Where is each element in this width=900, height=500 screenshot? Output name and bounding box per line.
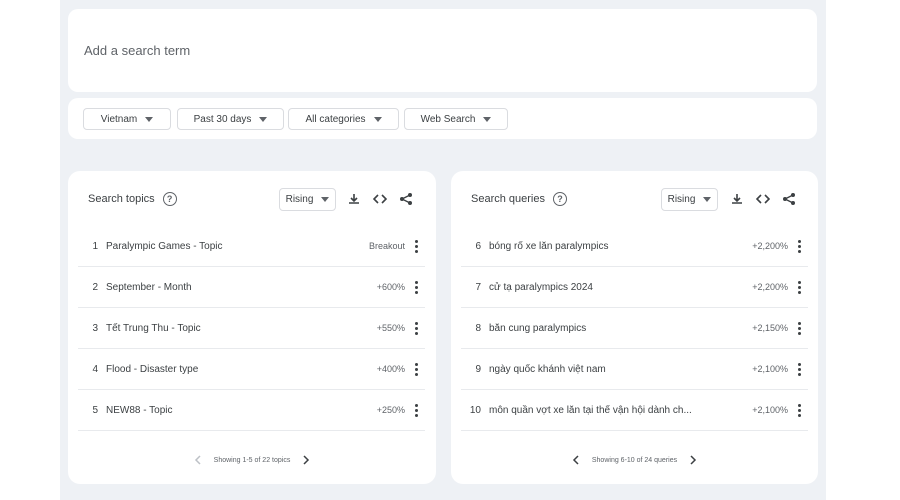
queries-list: 6 bóng rổ xe lăn paralympics +2,200% 7 c… [461,226,808,431]
list-item[interactable]: 1 Paralympic Games - Topic Breakout [78,226,425,267]
list-item[interactable]: 3 Tết Trung Thu - Topic +550% [78,308,425,349]
topics-sort-select[interactable]: Rising [279,188,336,211]
rank-number: 7 [475,281,481,293]
query-label[interactable]: bóng rổ xe lăn paralympics [489,241,709,252]
chevron-right-icon[interactable] [300,454,312,466]
sort-select-label: Rising [667,194,696,205]
rise-value: +550% [376,323,405,333]
caret-down-icon [145,116,154,122]
queries-sort-select[interactable]: Rising [661,188,718,211]
list-item[interactable]: 2 September - Month +600% [78,267,425,308]
pagination: Showing 1-5 of 22 topics [68,454,436,466]
chevron-left-icon[interactable] [570,454,582,466]
rank-number: 4 [92,363,98,375]
code-embed-icon[interactable] [372,191,388,207]
topic-label[interactable]: Paralympic Games - Topic [106,241,326,252]
rise-value: +2,200% [752,282,788,292]
code-embed-icon[interactable] [755,191,771,207]
pagination-text: Showing 6-10 of 24 queries [591,456,678,464]
caret-down-icon [321,197,330,202]
region-filter-label: Vietnam [100,113,138,125]
rank-number: 2 [92,281,98,293]
widget-title-text: Search queries [471,193,545,205]
list-item[interactable]: 4 Flood - Disaster type +400% [78,349,425,390]
time-range-filter-label: Past 30 days [193,113,252,125]
search-input[interactable] [84,43,684,58]
rank-number: 6 [475,240,481,252]
rise-value: +600% [376,282,405,292]
pagination: Showing 6-10 of 24 queries [451,454,818,466]
widget-title: Search queries ? [471,192,567,206]
category-filter-label: All categories [305,113,366,125]
search-topics-widget: Search topics ? Rising 1 Paralympic Game… [68,171,436,484]
pagination-text: Showing 1-5 of 22 topics [213,456,291,464]
more-vert-icon[interactable] [794,361,804,377]
topics-list: 1 Paralympic Games - Topic Breakout 2 Se… [78,226,425,431]
more-vert-icon[interactable] [411,361,421,377]
share-icon[interactable] [781,191,797,207]
chevron-left-icon[interactable] [192,454,204,466]
topic-label[interactable]: NEW88 - Topic [106,405,326,416]
more-vert-icon[interactable] [794,320,804,336]
more-vert-icon[interactable] [411,238,421,254]
rise-value: +400% [376,364,405,374]
widget-title: Search topics ? [88,192,177,206]
caret-down-icon [373,116,382,122]
rise-value: +2,100% [752,405,788,415]
more-vert-icon[interactable] [411,402,421,418]
search-card [68,9,817,92]
rank-number: 10 [469,404,481,416]
list-item[interactable]: 5 NEW88 - Topic +250% [78,390,425,431]
more-vert-icon[interactable] [411,279,421,295]
topic-label[interactable]: Flood - Disaster type [106,364,326,375]
rise-value: Breakout [368,241,405,251]
query-label[interactable]: môn quần vợt xe lăn tại thế vận hội dành… [489,405,709,416]
region-filter[interactable]: Vietnam [83,108,171,130]
list-item[interactable]: 9 ngày quốc khánh việt nam +2,100% [461,349,808,390]
topic-label[interactable]: September - Month [106,282,326,293]
more-vert-icon[interactable] [411,320,421,336]
rise-value: +2,200% [752,241,788,251]
query-label[interactable]: ngày quốc khánh việt nam [489,364,709,375]
time-range-filter[interactable]: Past 30 days [177,108,284,130]
rank-number: 3 [92,322,98,334]
sort-select-label: Rising [285,194,314,205]
topic-label[interactable]: Tết Trung Thu - Topic [106,323,326,334]
share-icon[interactable] [398,191,414,207]
list-item[interactable]: 10 môn quần vợt xe lăn tại thế vận hội d… [461,390,808,431]
widget-title-text: Search topics [88,193,155,205]
caret-down-icon [703,197,712,202]
download-icon[interactable] [729,191,745,207]
help-circle-icon[interactable]: ? [162,192,177,206]
list-item[interactable]: 6 bóng rổ xe lăn paralympics +2,200% [461,226,808,267]
rank-number: 5 [92,404,98,416]
rise-value: +2,100% [752,364,788,374]
query-label[interactable]: bắn cung paralympics [489,323,709,334]
rank-number: 1 [92,240,98,252]
filter-bar: Vietnam Past 30 days All categories Web … [68,98,817,139]
rise-value: +250% [376,405,405,415]
chevron-right-icon[interactable] [687,454,699,466]
category-filter[interactable]: All categories [288,108,399,130]
list-item[interactable]: 8 bắn cung paralympics +2,150% [461,308,808,349]
rank-number: 8 [475,322,481,334]
download-icon[interactable] [346,191,362,207]
more-vert-icon[interactable] [794,238,804,254]
search-type-filter[interactable]: Web Search [404,108,508,130]
search-type-filter-label: Web Search [420,113,476,125]
search-queries-widget: Search queries ? Rising 6 bóng rổ xe lăn… [451,171,818,484]
help-circle-icon[interactable]: ? [553,192,567,206]
caret-down-icon [483,116,492,122]
rank-number: 9 [475,363,481,375]
caret-down-icon [259,116,268,122]
query-label[interactable]: cử tạ paralympics 2024 [489,282,709,293]
more-vert-icon[interactable] [794,402,804,418]
rise-value: +2,150% [752,323,788,333]
list-item[interactable]: 7 cử tạ paralympics 2024 +2,200% [461,267,808,308]
more-vert-icon[interactable] [794,279,804,295]
